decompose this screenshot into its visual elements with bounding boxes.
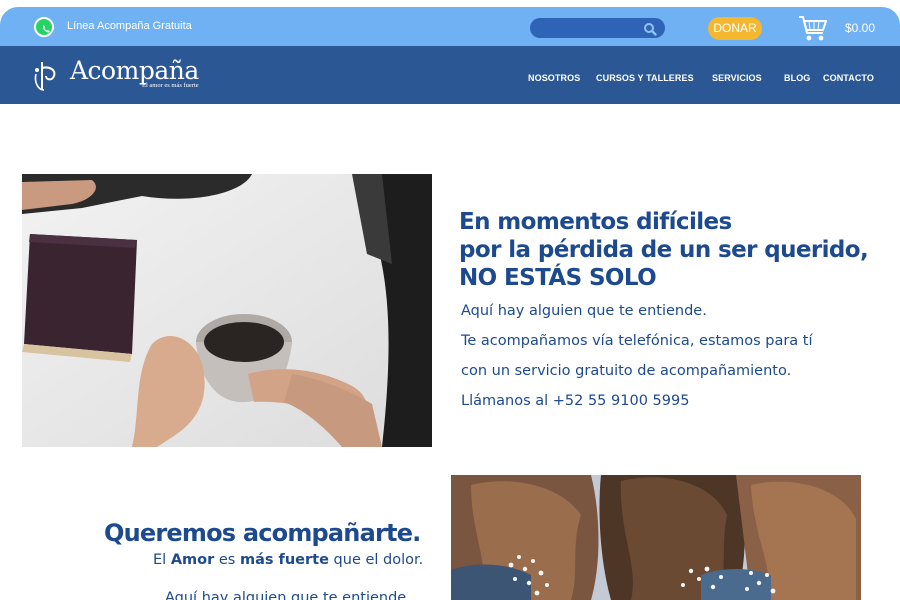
subtitle-text: El: [153, 552, 167, 568]
cart-total[interactable]: $0.00: [845, 21, 875, 35]
subtitle-emphasis: Amor: [170, 552, 215, 568]
search-box[interactable]: [530, 18, 665, 38]
logo-icon[interactable]: [32, 60, 66, 98]
hero-title-line: En momentos difíciles: [459, 209, 732, 235]
cart-icon[interactable]: [797, 13, 829, 47]
section-title: Queremos acompañarte.: [104, 519, 421, 547]
hero-body-line: Te acompañamos vía telefónica, estamos p…: [461, 333, 813, 349]
nav-servicios[interactable]: SERVICIOS: [712, 73, 762, 83]
hero-title-line: por la pérdida de un ser querido,: [459, 237, 869, 263]
main-navbar: Acompaña El amor es más fuerte NOSOTROS …: [0, 46, 900, 104]
hero-title-line: NO ESTÁS SOLO: [459, 265, 657, 291]
donate-button[interactable]: DONAR: [708, 17, 762, 40]
section-body-line: Aquí hay alguien que te entiende.: [165, 590, 411, 600]
brand-tagline: El amor es más fuerte: [142, 82, 199, 89]
helpline-link[interactable]: Línea Acompaña Gratuita: [67, 20, 192, 32]
section-subtitle: El Amor es más fuerte que el dolor.: [153, 552, 423, 568]
search-icon[interactable]: [643, 21, 657, 40]
women-photo: [451, 475, 861, 600]
search-input[interactable]: [540, 21, 640, 35]
nav-blog[interactable]: BLOG: [784, 73, 810, 83]
brand-name[interactable]: Acompaña: [70, 56, 199, 85]
nav-nosotros[interactable]: NOSOTROS: [528, 73, 580, 83]
hero-photo: [22, 174, 432, 447]
subtitle-emphasis: más fuerte: [239, 552, 329, 568]
hero-body-line: Aquí hay alguien que te entiende.: [461, 303, 707, 319]
hero-body-line: con un servicio gratuito de acompañamien…: [461, 363, 792, 379]
whatsapp-icon[interactable]: [34, 17, 54, 37]
nav-contacto[interactable]: CONTACTO: [823, 73, 874, 83]
top-bar: Línea Acompaña Gratuita DONAR $0.00: [0, 7, 900, 46]
nav-cursos-talleres[interactable]: CURSOS Y TALLERES: [596, 73, 694, 83]
subtitle-text: es: [218, 552, 236, 568]
subtitle-text: que el dolor.: [333, 552, 424, 568]
hero-title: En momentos difíciles por la pérdida de …: [459, 208, 869, 292]
hero-phone-line[interactable]: Llámanos al +52 55 9100 5995: [461, 393, 689, 409]
